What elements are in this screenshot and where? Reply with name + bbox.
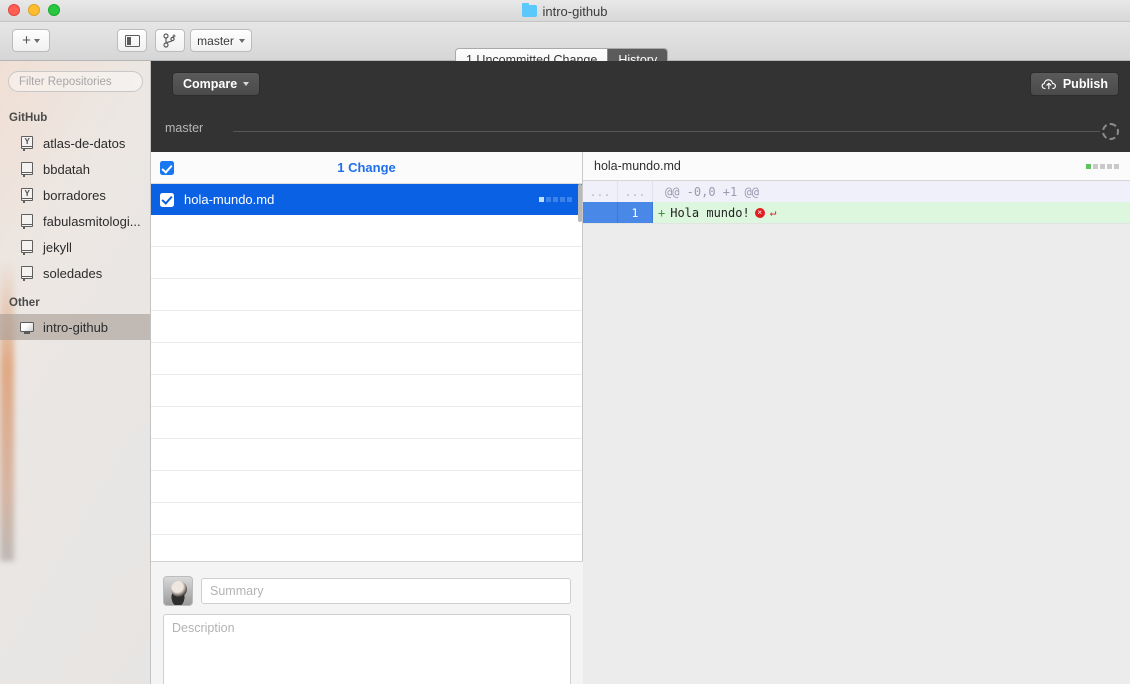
- sidebar-group-title-other: Other: [9, 297, 40, 309]
- uncommitted-node[interactable]: [1102, 123, 1119, 140]
- filter-repositories-input[interactable]: [8, 71, 143, 92]
- plus-icon: +: [22, 32, 31, 49]
- branch-timeline-row: master: [151, 113, 1130, 149]
- compare-bar: Compare Publish master: [151, 61, 1130, 152]
- diff-added-row[interactable]: 1 + Hola mundo! × ↵: [583, 202, 1130, 223]
- github-desktop-window: intro-github + master 1 Uncommitted Chan…: [0, 0, 1130, 684]
- diff-added-text: + Hola mundo! × ↵: [653, 202, 1130, 223]
- list-item: [151, 247, 582, 279]
- diff-panel: hola-mundo.md ... ... @@ -0,0 +1 @@ 1 + …: [583, 152, 1130, 684]
- branch-plus-icon: [163, 33, 176, 48]
- commit-form: Commit to master: [151, 561, 583, 684]
- chevron-down-icon: [243, 82, 250, 86]
- sidebar-toggle-icon: [124, 34, 140, 47]
- toolbar: + master 1 Uncommitted Change History: [0, 22, 1130, 71]
- cloud-upload-icon: [1041, 79, 1056, 90]
- repo-icon: [20, 265, 34, 281]
- timeline-branch-label: master: [165, 121, 204, 135]
- changes-header: 1 Change: [151, 152, 582, 184]
- repository-sidebar: GitHub Y atlas-de-datos bbdatah Y borrad…: [0, 61, 151, 684]
- branch-selector-button[interactable]: master: [190, 29, 252, 52]
- commit-summary-input[interactable]: [201, 578, 571, 604]
- repo-fork-icon: Y: [20, 135, 34, 151]
- file-include-checkbox[interactable]: [160, 192, 174, 207]
- changed-file-name: hola-mundo.md: [184, 192, 275, 207]
- diff-body: ... ... @@ -0,0 +1 @@ 1 + Hola mundo! × …: [583, 181, 1130, 224]
- publish-button[interactable]: Publish: [1029, 72, 1119, 96]
- filter-repositories-wrap: [8, 71, 143, 92]
- repo-fork-icon: Y: [20, 187, 34, 203]
- diff-file-name: hola-mundo.md: [594, 159, 681, 173]
- window-title: intro-github: [0, 2, 1130, 20]
- list-item: [151, 471, 582, 503]
- sidebar-item-label: jekyll: [43, 239, 72, 255]
- folder-icon: [522, 3, 538, 17]
- new-branch-button[interactable]: [155, 29, 185, 52]
- changes-count-label: 1 Change: [337, 160, 396, 175]
- sidebar-github-repo-list: Y atlas-de-datos bbdatah Y borradores fa…: [0, 130, 150, 286]
- diff-header: hola-mundo.md: [583, 152, 1130, 181]
- changed-file-row[interactable]: hola-mundo.md: [151, 184, 582, 215]
- sidebar-item-label: soledades: [43, 265, 103, 281]
- sidebar-item-soledades[interactable]: soledades: [0, 260, 150, 286]
- compare-button-label: Compare: [183, 77, 238, 91]
- local-repo-icon: [20, 320, 34, 335]
- select-all-checkbox[interactable]: [160, 161, 174, 175]
- sidebar-item-fabulasmitologi[interactable]: fabulasmitologi...: [0, 208, 150, 234]
- branch-selector-label: master: [197, 33, 234, 48]
- changes-scrollbar[interactable]: [578, 184, 582, 222]
- commit-description-input[interactable]: [163, 614, 571, 684]
- title-bar: intro-github: [0, 0, 1130, 22]
- sidebar-item-borradores[interactable]: Y borradores: [0, 182, 150, 208]
- diff-new-line-number: ...: [618, 181, 653, 202]
- diff-new-line-number: 1: [618, 202, 653, 223]
- no-newline-icon: ×: [754, 207, 765, 218]
- avatar: [163, 576, 193, 606]
- chevron-down-icon: [33, 38, 40, 43]
- list-item: [151, 215, 582, 247]
- commit-timeline-line: [233, 131, 1100, 132]
- sidebar-group-title-github: GitHub: [9, 112, 48, 124]
- add-repository-button[interactable]: +: [12, 29, 50, 52]
- main-content: Compare Publish master 1 Change hola-mun…: [151, 61, 1130, 684]
- sidebar-item-label: bbdatah: [43, 161, 90, 177]
- sidebar-item-intro-github[interactable]: intro-github: [0, 314, 150, 340]
- sidebar-item-bbdatah[interactable]: bbdatah: [0, 156, 150, 182]
- list-item: [151, 311, 582, 343]
- diff-old-line-number: [583, 202, 618, 223]
- diff-diffstat: [1086, 163, 1119, 169]
- sidebar-item-label: atlas-de-datos: [43, 135, 126, 151]
- diff-bottom-divider: [583, 223, 1130, 224]
- chevron-down-icon: [238, 38, 245, 43]
- diff-old-line-number: ...: [583, 181, 618, 202]
- sidebar-item-label: borradores: [43, 187, 106, 203]
- list-item: [151, 439, 582, 471]
- list-item: [151, 343, 582, 375]
- file-diffstat: [539, 197, 572, 202]
- list-item: [151, 503, 582, 535]
- sidebar-item-label: intro-github: [43, 319, 109, 335]
- sidebar-other-repo-list: intro-github: [0, 314, 150, 340]
- publish-button-label: Publish: [1062, 77, 1108, 91]
- list-item: [151, 279, 582, 311]
- window-title-label: intro-github: [542, 3, 608, 19]
- sidebar-item-jekyll[interactable]: jekyll: [0, 234, 150, 260]
- repo-icon: [20, 161, 34, 177]
- diff-hunk-text: @@ -0,0 +1 @@: [653, 181, 1130, 202]
- newline-marker-icon: ↵: [769, 206, 777, 219]
- compare-button[interactable]: Compare: [172, 72, 261, 96]
- diff-plus-marker: +: [658, 205, 666, 220]
- list-item: [151, 407, 582, 439]
- sidebar-item-atlas-de-datos[interactable]: Y atlas-de-datos: [0, 130, 150, 156]
- list-item: [151, 375, 582, 407]
- diff-line-content: Hola mundo!: [670, 205, 750, 220]
- repo-icon: [20, 239, 34, 255]
- commit-summary-row: [163, 576, 571, 606]
- diff-hunk-row: ... ... @@ -0,0 +1 @@: [583, 181, 1130, 202]
- sidebar-item-label: fabulasmitologi...: [43, 213, 141, 229]
- repo-icon: [20, 213, 34, 229]
- sidebar-toggle-button[interactable]: [117, 29, 147, 52]
